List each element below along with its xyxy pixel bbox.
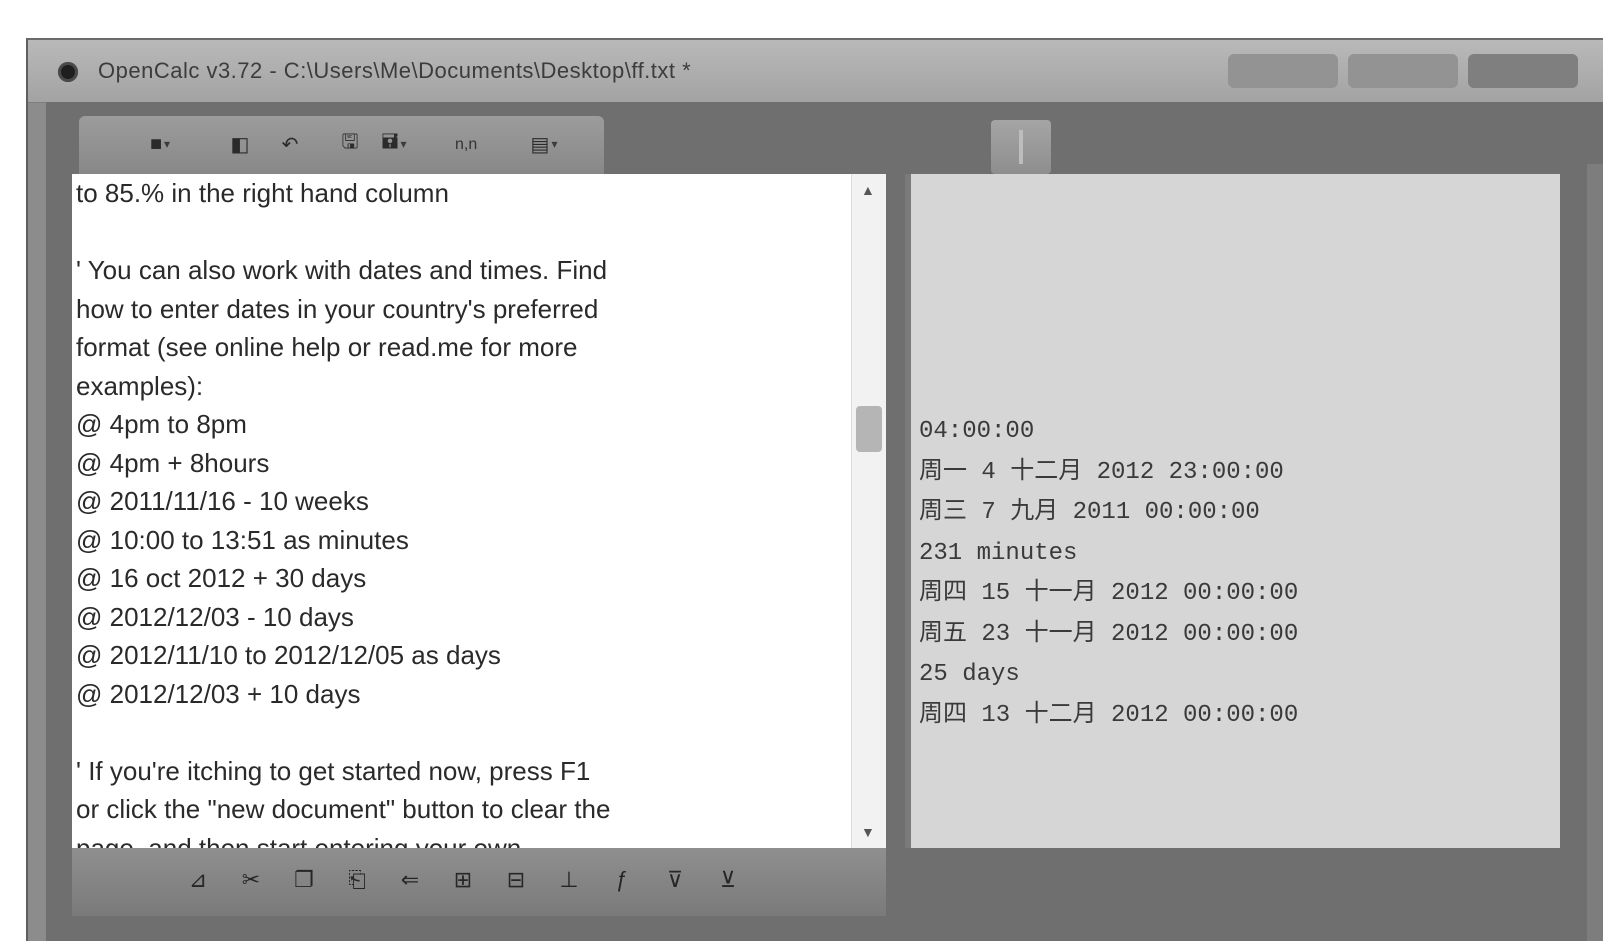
paste-icon: ⎗: [348, 867, 366, 892]
result-line: 周一 4 十二月 2012 23:00:00: [919, 458, 1284, 486]
scroll-up-icon[interactable]: ▲: [861, 182, 875, 198]
scroll-down-icon[interactable]: ▼: [861, 824, 875, 840]
editor-line[interactable]: how to enter dates in your country's pre…: [76, 290, 846, 329]
result-line: 25 days: [919, 661, 1020, 688]
scrollbar-thumb[interactable]: [856, 406, 882, 452]
options-icon: ▤: [530, 133, 550, 156]
app-logo-icon: [58, 62, 78, 82]
paste-button[interactable]: ⎗: [337, 860, 377, 900]
results-pane: 04:00:00 周一 4 十二月 2012 23:00:00 周三 7 九月 20…: [905, 174, 1560, 848]
editor-line[interactable]: to 85.% in the right hand column: [76, 174, 846, 213]
new-document-icon: ■: [149, 132, 163, 155]
save-button[interactable]: 🖫: [335, 129, 365, 159]
client-area: ■ ▾ ◧ ↶ 🖫 🖬 ▾ n,n ▤ ▾ to 85.% in the rig…: [46, 102, 1603, 941]
minimize-button[interactable]: [1228, 54, 1338, 88]
editor-pane[interactable]: to 85.% in the right hand column ' You ca…: [72, 174, 886, 848]
table-icon: ⊞: [453, 867, 473, 892]
grid-icon: ⊟: [506, 867, 526, 892]
editor-line[interactable]: ' You can also work with dates and times…: [76, 251, 846, 290]
bold-icon: ⊿: [188, 867, 208, 892]
editor-line[interactable]: examples):: [76, 367, 846, 406]
app-window: OpenCalc v3.72 - C:\Users\Me\Documents\D…: [26, 38, 1603, 941]
open-icon: ◧: [230, 133, 250, 156]
options-button[interactable]: ▤ ▾: [529, 129, 559, 159]
grid-button[interactable]: ⊟: [496, 860, 536, 900]
editor-line[interactable]: page, and then start entering your own..…: [76, 829, 846, 849]
undo-button[interactable]: ↶: [275, 129, 305, 159]
result-line: 周四 13 十二月 2012 00:00:00: [919, 701, 1299, 729]
editor-line[interactable]: [76, 213, 846, 252]
save-icon: 🖫: [341, 131, 359, 153]
bold-button[interactable]: ⊿: [178, 860, 218, 900]
main-toolbar: ■ ▾ ◧ ↶ 🖫 🖬 ▾ n,n ▤ ▾: [79, 116, 604, 174]
window-title: OpenCalc v3.72 - C:\Users\Me\Documents\D…: [98, 58, 692, 83]
editor-line[interactable]: @ 2012/11/10 to 2012/12/05 as days: [76, 636, 846, 675]
table-button[interactable]: ⊞: [443, 860, 483, 900]
chevron-down-icon[interactable]: ▾: [164, 137, 170, 151]
cut-icon: ✂: [241, 867, 261, 892]
chevron-down-icon[interactable]: ▾: [551, 137, 557, 151]
result-line: 04:00:00: [919, 418, 1035, 445]
editor-scrollbar[interactable]: ▲ ▼: [851, 174, 886, 848]
editor-line[interactable]: [76, 713, 846, 752]
result-line: 231 minutes: [919, 539, 1078, 567]
function-button[interactable]: ƒ: [602, 860, 642, 900]
copy-button[interactable]: ❐: [284, 860, 324, 900]
editor-line[interactable]: ' If you're itching to get started now, …: [76, 752, 846, 791]
editor-line[interactable]: @ 4pm + 8hours: [76, 444, 846, 483]
chevron-down-icon[interactable]: ▾: [400, 137, 406, 151]
result-lines: 04:00:00 周一 4 十二月 2012 23:00:00 周三 7 九月 20…: [919, 412, 1539, 736]
window-right-edge: [1587, 164, 1603, 941]
help-icon: ⊻: [719, 867, 737, 892]
editor-line[interactable]: @ 4pm to 8pm: [76, 405, 846, 444]
back-button[interactable]: ⇐: [390, 860, 430, 900]
save-as-button[interactable]: 🖬 ▾: [379, 129, 409, 159]
editor-text[interactable]: to 85.% in the right hand column ' You ca…: [76, 174, 846, 848]
filter-button[interactable]: ⊽: [655, 860, 695, 900]
copy-icon: ❐: [294, 867, 314, 892]
number-format-button[interactable]: n,n: [455, 136, 477, 154]
result-line: 周五 23 十一月 2012 00:00:00: [919, 620, 1299, 648]
back-icon: ⇐: [400, 867, 420, 892]
editor-line[interactable]: @ 10:00 to 13:51 as minutes: [76, 521, 846, 560]
help-button[interactable]: ⊻: [708, 860, 748, 900]
maximize-button[interactable]: [1348, 54, 1458, 88]
editor-line[interactable]: @ 16 oct 2012 + 30 days: [76, 559, 846, 598]
chart-button[interactable]: ⊥: [549, 860, 589, 900]
editor-line[interactable]: format (see online help or read.me for m…: [76, 328, 846, 367]
result-line: 周三 7 九月 2011 00:00:00: [919, 499, 1260, 526]
title-bar[interactable]: OpenCalc v3.72 - C:\Users\Me\Documents\D…: [28, 40, 1603, 103]
save-as-icon: 🖬: [381, 131, 399, 153]
filter-icon: ⊽: [666, 867, 684, 892]
close-button[interactable]: [1468, 54, 1578, 88]
editor-line[interactable]: or click the "new document" button to cl…: [76, 790, 846, 829]
result-line: 周四 15 十一月 2012 00:00:00: [919, 580, 1299, 607]
undo-icon: ↶: [281, 133, 299, 156]
function-icon: ƒ: [615, 867, 629, 892]
editor-line[interactable]: @ 2012/12/03 + 10 days: [76, 675, 846, 714]
pane-splitter-handle[interactable]: [991, 120, 1051, 174]
open-button[interactable]: ◧: [225, 129, 255, 159]
new-document-button[interactable]: ■ ▾: [145, 129, 175, 159]
editor-line[interactable]: @ 2011/11/16 - 10 weeks: [76, 482, 846, 521]
chart-icon: ⊥: [559, 867, 579, 892]
editor-line[interactable]: @ 2012/12/03 - 10 days: [76, 598, 846, 637]
cut-button[interactable]: ✂: [231, 860, 271, 900]
bottom-toolbar: ⊿ ✂ ❐ ⎗ ⇐ ⊞ ⊟ ⊥ ƒ ⊽ ⊻: [72, 848, 886, 916]
